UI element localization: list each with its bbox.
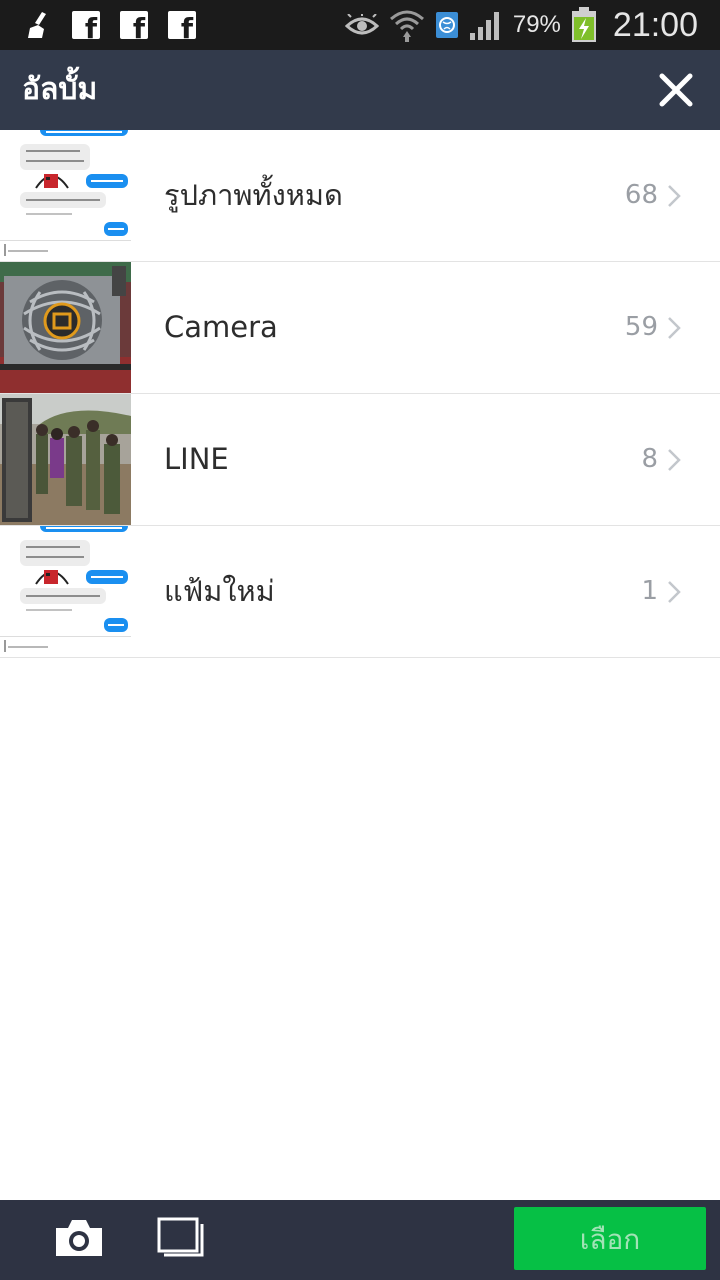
globe-icon bbox=[435, 12, 458, 38]
close-icon bbox=[659, 73, 693, 107]
status-right-icons: 79% 21:00 bbox=[344, 0, 698, 50]
select-button[interactable]: เลือก bbox=[514, 1207, 706, 1270]
camera-icon bbox=[56, 1220, 102, 1256]
signal-icon bbox=[469, 12, 499, 40]
album-name: รูปภาพทั้งหมด bbox=[164, 178, 343, 212]
bottom-toolbar: เลือก bbox=[0, 1200, 720, 1280]
wifi-icon bbox=[389, 10, 424, 42]
app-header: อัลบั้ม bbox=[0, 50, 720, 130]
chevron-right-icon bbox=[668, 449, 681, 471]
gallery-button[interactable] bbox=[156, 1216, 206, 1260]
gallery-icon bbox=[157, 1217, 204, 1257]
broom-icon bbox=[28, 12, 46, 38]
album-count: 68 bbox=[624, 180, 658, 210]
album-count: 8 bbox=[641, 444, 658, 474]
album-name: แฟ้มใหม่ bbox=[164, 574, 275, 608]
chevron-right-icon bbox=[668, 581, 681, 603]
album-thumbnail bbox=[0, 262, 131, 393]
battery-percent: 79% bbox=[512, 11, 561, 38]
status-bar: 79% 21:00 bbox=[0, 0, 720, 50]
status-left-icons bbox=[24, 8, 196, 43]
facebook-icon bbox=[120, 11, 148, 43]
chevron-right-icon bbox=[668, 317, 681, 339]
clock: 21:00 bbox=[612, 5, 698, 44]
album-thumbnail bbox=[0, 526, 131, 657]
album-list: รูปภาพทั้งหมด 68 Camera 59 LINE 8 แฟ้มให… bbox=[0, 130, 720, 658]
battery-icon bbox=[571, 7, 596, 42]
page-title: อัลบั้ม bbox=[22, 72, 98, 107]
album-thumbnail bbox=[0, 394, 131, 525]
eye-icon bbox=[344, 14, 379, 35]
album-row[interactable]: แฟ้มใหม่ 1 bbox=[0, 526, 720, 658]
chevron-right-icon bbox=[668, 185, 681, 207]
facebook-icon bbox=[168, 11, 196, 43]
album-name: Camera bbox=[164, 310, 278, 344]
album-row[interactable]: Camera 59 bbox=[0, 262, 720, 394]
facebook-icon bbox=[72, 11, 100, 43]
camera-button[interactable] bbox=[52, 1216, 106, 1260]
album-row[interactable]: รูปภาพทั้งหมด 68 bbox=[0, 130, 720, 262]
album-thumbnail bbox=[0, 130, 131, 261]
album-name: LINE bbox=[164, 442, 229, 476]
album-count: 59 bbox=[624, 312, 658, 342]
close-button[interactable] bbox=[654, 68, 698, 112]
album-count: 1 bbox=[641, 576, 658, 606]
album-row[interactable]: LINE 8 bbox=[0, 394, 720, 526]
